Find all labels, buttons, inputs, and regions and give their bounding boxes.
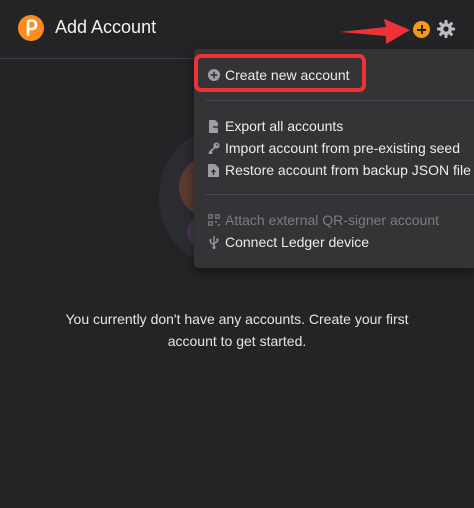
add-account-button[interactable] [413, 21, 430, 38]
file-export-icon [207, 119, 220, 133]
menu-item-export-all-accounts[interactable]: Export all accounts [207, 116, 343, 136]
plus-circle-icon [207, 69, 220, 82]
gear-icon[interactable] [436, 19, 456, 39]
menu-item-restore-json[interactable]: Restore account from backup JSON file [207, 160, 471, 180]
polkadot-logo-icon [18, 15, 44, 41]
usb-icon [207, 235, 220, 249]
menu-item-label: Restore account from backup JSON file [225, 162, 471, 178]
menu-item-create-new-account[interactable]: Create new account [207, 65, 350, 85]
page-title: Add Account [55, 17, 157, 37]
add-account-menu: Create new account Export all accounts I… [194, 49, 474, 268]
menu-divider [206, 100, 474, 101]
menu-item-label: Create new account [225, 67, 350, 83]
file-upload-icon [207, 163, 220, 177]
menu-item-label: Import account from pre-existing seed [225, 140, 460, 156]
empty-accounts-message: You currently don't have any accounts. C… [65, 311, 409, 349]
menu-item-label: Export all accounts [225, 118, 344, 134]
menu-item-label: Attach external QR-signer account [225, 212, 439, 228]
menu-item-connect-ledger[interactable]: Connect Ledger device [207, 232, 369, 252]
key-icon [207, 142, 220, 155]
qrcode-icon [207, 214, 220, 227]
red-arrow-annotation [340, 19, 410, 44]
menu-item-import-seed[interactable]: Import account from pre-existing seed [207, 138, 460, 158]
menu-divider [206, 194, 474, 195]
menu-item-label: Connect Ledger device [225, 234, 369, 250]
menu-item-attach-qr-signer: Attach external QR-signer account [207, 210, 439, 230]
